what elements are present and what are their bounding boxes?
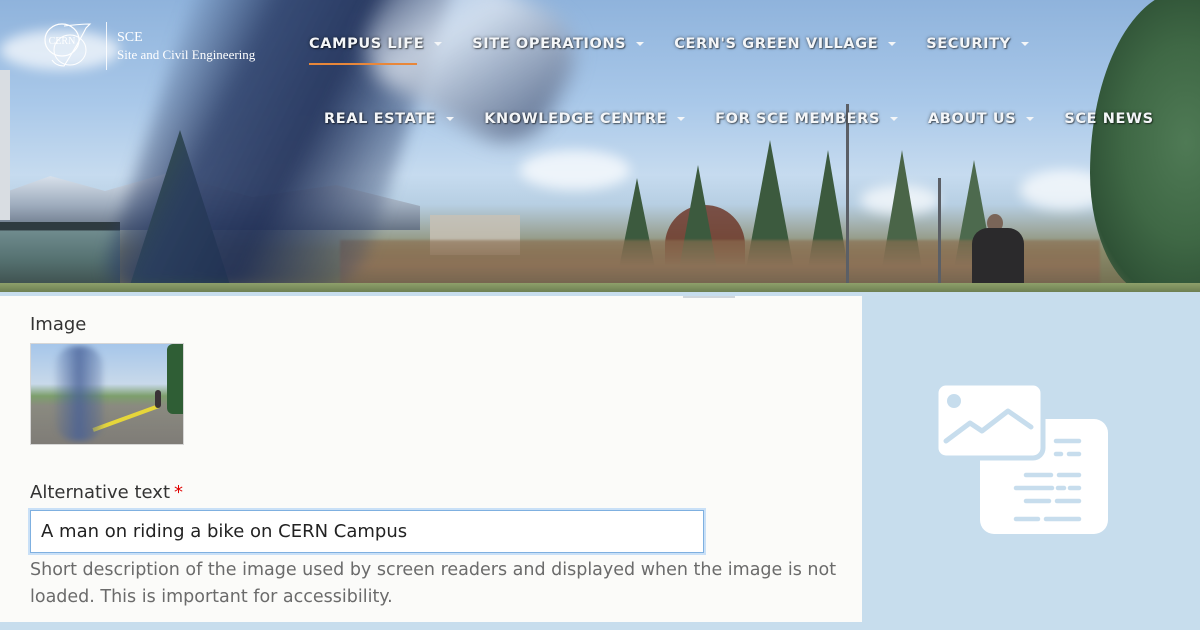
nav-item-cerns-green-village[interactable]: CERN'S GREEN VILLAGE <box>674 36 897 52</box>
caret-down-icon[interactable] <box>889 117 898 121</box>
nav-item-label: REAL ESTATE <box>324 111 437 127</box>
nav-item-about-us[interactable]: ABOUT US <box>927 111 1035 127</box>
nav-item-label: FOR SCE MEMBERS <box>715 111 880 127</box>
alt-text-label-text: Alternative text <box>30 482 171 503</box>
alt-text-help: Short description of the image used by s… <box>30 560 837 607</box>
caret-down-icon[interactable] <box>636 42 645 46</box>
nav-item-real-estate[interactable]: REAL ESTATE <box>324 111 455 127</box>
brand-acronym: SCE <box>117 30 143 46</box>
thumbnail-cyclist <box>55 346 103 441</box>
brand-divider <box>106 22 107 70</box>
image-and-document-icon <box>933 380 1110 536</box>
lamp-post <box>938 178 941 292</box>
cloud <box>520 150 630 190</box>
nav-item-label: SCE NEWS <box>1064 111 1154 127</box>
nav-item-label: ABOUT US <box>927 111 1017 127</box>
brand-text: SCE Site and Civil Engineering <box>117 29 255 63</box>
thumbnail-tree <box>167 344 183 414</box>
tree <box>1090 0 1200 292</box>
alt-text-label: Alternative text * <box>30 482 183 503</box>
nav-item-knowledge-centre[interactable]: KNOWLEDGE CENTRE <box>484 111 686 127</box>
nav-item-label: KNOWLEDGE CENTRE <box>484 111 668 127</box>
lamp-post <box>846 104 849 292</box>
nav-item-sce-news[interactable]: SCE NEWS <box>1064 111 1153 127</box>
main-nav-row-2: REAL ESTATE KNOWLEDGE CENTRE FOR SCE MEM… <box>324 111 1184 127</box>
caret-down-icon[interactable] <box>677 117 686 121</box>
main-nav-row-1: CAMPUS LIFE SITE OPERATIONS CERN'S GREEN… <box>309 36 1059 65</box>
nav-item-label: CAMPUS LIFE <box>309 36 425 52</box>
nav-item-label: SECURITY <box>926 36 1011 52</box>
caret-down-icon[interactable] <box>1020 42 1029 46</box>
nav-item-security[interactable]: SECURITY <box>926 36 1029 52</box>
scroll-indicator <box>683 296 735 298</box>
cern-logo-svg: CERN <box>44 23 92 67</box>
building <box>0 222 120 287</box>
caret-down-icon[interactable] <box>434 42 443 46</box>
illustration-svg <box>933 380 1108 534</box>
image-thumbnail[interactable] <box>30 343 184 445</box>
image-field-label: Image <box>30 314 87 335</box>
site-brand[interactable]: CERN SCE Site and Civil Engineering <box>42 20 255 72</box>
caret-down-icon[interactable] <box>1026 117 1035 121</box>
nav-item-for-sce-members[interactable]: FOR SCE MEMBERS <box>715 111 898 127</box>
svg-text:CERN: CERN <box>49 36 76 47</box>
required-marker: * <box>174 482 184 503</box>
caret-down-icon[interactable] <box>446 117 455 121</box>
grass <box>0 283 1200 292</box>
nav-item-label: CERN'S GREEN VILLAGE <box>674 36 879 52</box>
tower <box>0 70 10 220</box>
nav-item-site-operations[interactable]: SITE OPERATIONS <box>472 36 645 52</box>
caret-down-icon[interactable] <box>888 42 897 46</box>
cern-logo-icon[interactable]: CERN <box>42 20 94 72</box>
brand-full-name: Site and Civil Engineering <box>117 46 256 62</box>
alt-text-input[interactable] <box>30 510 704 553</box>
thumbnail-pedestrian <box>155 390 161 408</box>
nav-item-campus-life[interactable]: CAMPUS LIFE <box>309 36 443 65</box>
nav-item-label: SITE OPERATIONS <box>472 36 627 52</box>
